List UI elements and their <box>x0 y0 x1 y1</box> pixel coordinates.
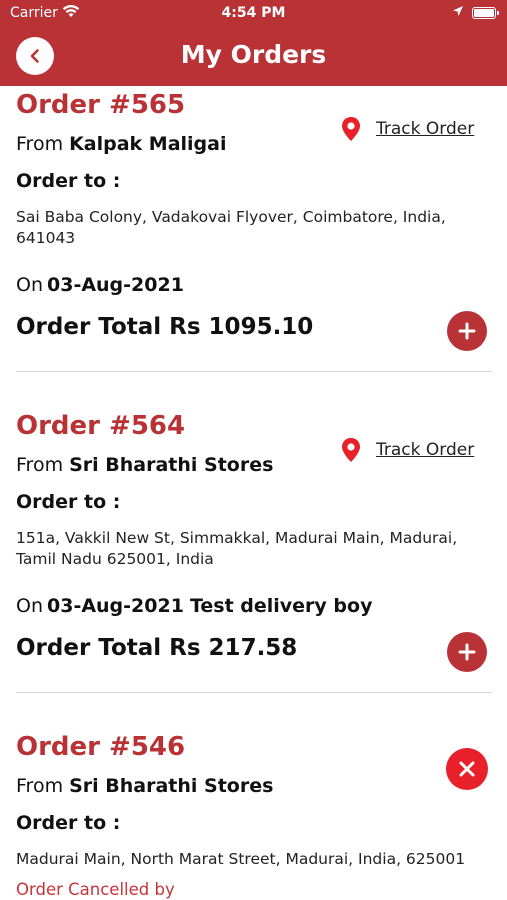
date-value: 03-Aug-2021 <box>47 274 184 296</box>
divider <box>16 692 492 693</box>
track-order-link[interactable]: Track Order <box>340 437 474 463</box>
map-pin-icon <box>342 117 360 141</box>
order-to-label: Order to : <box>16 812 121 834</box>
status-time: 4:54 PM <box>221 5 286 21</box>
order-card[interactable]: Order #564 Track Order From Sri Bharathi … <box>0 407 507 693</box>
order-date: On 03-Aug-2021 <box>16 274 184 296</box>
delivery-address: 151a, Vakkil New St, Simmakkal, Madurai … <box>16 529 458 568</box>
on-label: On <box>16 274 43 296</box>
expand-order-button[interactable] <box>447 311 487 351</box>
order-number: Order #546 <box>16 732 186 762</box>
from-label: From <box>16 454 64 476</box>
from-store: From Sri Bharathi Stores <box>16 454 273 476</box>
store-name: Kalpak Maligai <box>69 133 227 155</box>
order-date: On 03-Aug-2021 Test delivery boy <box>16 595 372 617</box>
map-pin-icon <box>342 438 360 462</box>
order-number: Order #565 <box>16 90 186 120</box>
delivery-boy-name: Test delivery boy <box>189 595 373 617</box>
on-label: On <box>16 595 43 617</box>
order-total: Order Total Rs 217.58 <box>16 635 298 661</box>
status-bar: Carrier 4:54 PM <box>0 0 507 27</box>
store-name: Sri Bharathi Stores <box>69 454 274 476</box>
from-label: From <box>16 775 64 797</box>
cancel-order-button[interactable] <box>446 748 488 790</box>
expand-order-button[interactable] <box>447 632 487 672</box>
order-number: Order #564 <box>16 411 186 441</box>
battery-icon <box>472 7 499 19</box>
page-title: My Orders <box>180 40 327 69</box>
from-label: From <box>16 133 64 155</box>
plus-icon <box>458 322 476 340</box>
track-order-label: Track Order <box>376 119 475 139</box>
order-total: Order Total Rs 1095.10 <box>16 314 314 340</box>
from-store: From Sri Bharathi Stores <box>16 775 273 797</box>
divider <box>16 371 492 372</box>
order-to-label: Order to : <box>16 491 121 513</box>
plus-icon <box>458 643 476 661</box>
delivery-address: Madurai Main, North Marat Street, Madura… <box>16 850 466 868</box>
store-name: Sri Bharathi Stores <box>69 775 274 797</box>
nav-bar: My Orders <box>0 27 507 86</box>
delivery-address: Sai Baba Colony, Vadakovai Flyover, Coim… <box>16 208 446 247</box>
orders-list[interactable]: Order #565 Track Order From Kalpak Maliga… <box>0 86 507 900</box>
order-card[interactable]: Order #565 Track Order From Kalpak Maliga… <box>0 86 507 372</box>
order-status: Order Cancelled by <box>16 880 175 899</box>
order-to-label: Order to : <box>16 170 121 192</box>
date-value: 03-Aug-2021 <box>47 595 184 617</box>
track-order-link[interactable]: Track Order <box>340 116 474 142</box>
order-card[interactable]: Order #546 From Sri Bharathi Stores Order… <box>0 728 507 900</box>
track-order-label: Track Order <box>376 440 475 460</box>
close-icon <box>459 761 475 777</box>
location-arrow-icon <box>452 5 464 21</box>
from-store: From Kalpak Maligai <box>16 133 227 155</box>
